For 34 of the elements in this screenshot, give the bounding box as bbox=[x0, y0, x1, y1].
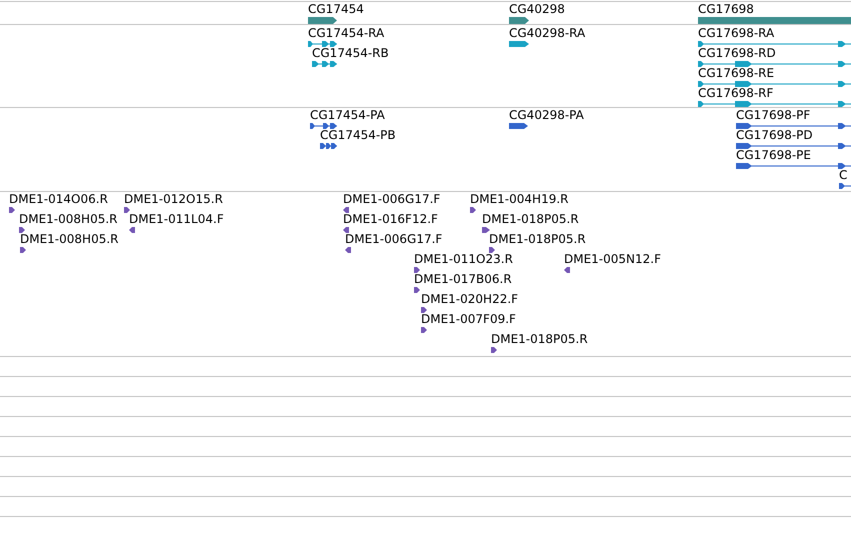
feature-label: CG17698 bbox=[698, 2, 754, 16]
feature-label: CG17698-PF bbox=[736, 108, 810, 122]
feature-label: DME1-008H05.R bbox=[19, 212, 118, 226]
feature-label: DME1-018P05.R bbox=[482, 212, 579, 226]
feature-label: DME1-005N12.F bbox=[564, 252, 662, 266]
feature-label: CG17698-RF bbox=[698, 86, 774, 100]
feature-label: CG17698-RD bbox=[698, 46, 776, 60]
feature-label: CG17454-RB bbox=[312, 46, 389, 60]
feature-label: DME1-017B06.R bbox=[414, 272, 512, 286]
feature-label: CG17698-RE bbox=[698, 66, 774, 80]
feature-label: DME1-008H05.R bbox=[20, 232, 118, 246]
feature-label: CG17698-RA bbox=[698, 26, 774, 40]
feature-label: CG17698-PD bbox=[736, 128, 813, 142]
feature-label: DME1-004H19.R bbox=[470, 192, 568, 206]
feature-label: C bbox=[839, 168, 848, 182]
feature-label: DME1-011L04.F bbox=[129, 212, 224, 226]
feature-label: DME1-014O06.R bbox=[9, 192, 108, 206]
feature-label: CG17698-PE bbox=[736, 148, 811, 162]
feature-label: CG17454-PA bbox=[310, 108, 385, 122]
feature-label: DME1-006G17.F bbox=[345, 232, 442, 246]
feature-label: CG17454-PB bbox=[320, 128, 396, 142]
feature-label: DME1-020H22.F bbox=[421, 292, 518, 306]
feature-label: CG40298 bbox=[509, 2, 565, 16]
feature-label: CG17454-RA bbox=[308, 26, 384, 40]
feature-label: CG17454 bbox=[308, 2, 364, 16]
feature-label: CG40298-RA bbox=[509, 26, 586, 40]
feature-label: DME1-011O23.R bbox=[414, 252, 513, 266]
feature-label: DME1-016F12.F bbox=[343, 212, 438, 226]
feature-label: DME1-007F09.F bbox=[421, 312, 516, 326]
feature-label: DME1-018P05.R bbox=[489, 232, 586, 246]
feature-label: DME1-012O15.R bbox=[124, 192, 223, 206]
feature-label: DME1-018P05.R bbox=[491, 332, 588, 346]
feature-label: CG40298-PA bbox=[509, 108, 584, 122]
feature-label: DME1-006G17.F bbox=[343, 192, 440, 206]
